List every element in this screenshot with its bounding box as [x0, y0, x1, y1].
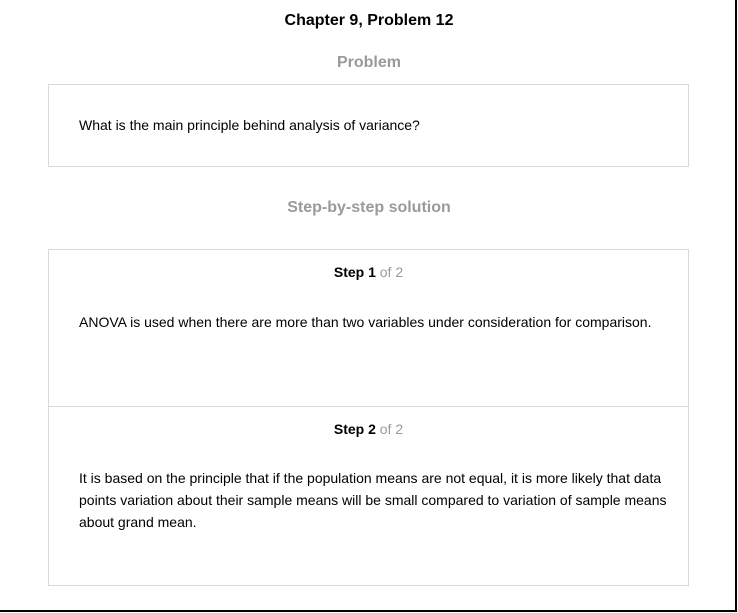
step-1-text: ANOVA is used when there are more than t…	[79, 314, 652, 330]
step-2-text: It is based on the principle that if the…	[79, 470, 667, 530]
problem-heading: Problem	[336, 54, 401, 71]
step-1: Step 1 of 2 ANOVA is used when there are…	[49, 250, 688, 407]
step-2-header: Step 2 of 2	[49, 420, 688, 438]
step-1-of: of 2	[379, 264, 404, 280]
step-2: Step 2 of 2 It is based on the principle…	[49, 407, 688, 585]
solution-heading: Step-by-step solution	[287, 199, 451, 216]
step-2-of: of 2	[379, 421, 404, 437]
step-2-label: Step 2	[333, 421, 376, 437]
step-1-header: Step 1 of 2	[49, 263, 688, 281]
solution-steps: Step 1 of 2 ANOVA is used when there are…	[48, 249, 689, 586]
page-title: Chapter 9, Problem 12	[284, 12, 454, 29]
step-1-label: Step 1	[333, 264, 376, 280]
problem-box: What is the main principle behind analys…	[48, 84, 689, 167]
problem-text: What is the main principle behind analys…	[79, 117, 420, 133]
